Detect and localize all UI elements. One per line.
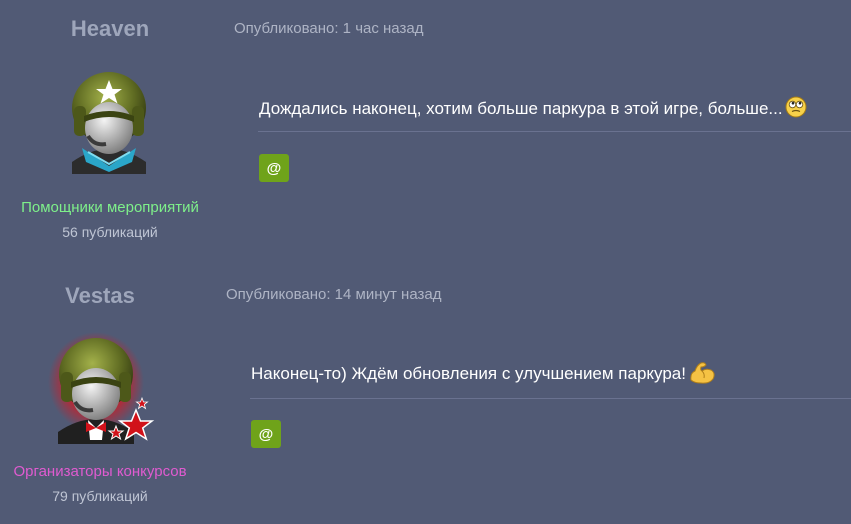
author-avatar[interactable] [54, 66, 164, 176]
post-divider [250, 398, 851, 399]
author-username[interactable]: Vestas [0, 283, 200, 309]
post-timestamp[interactable]: Опубликовано: 14 минут назад [226, 286, 441, 303]
tank-helmet-avatar-icon [48, 332, 155, 444]
flexed-biceps-icon [688, 359, 716, 390]
mention-button[interactable]: @ [259, 154, 289, 182]
author-username[interactable]: Heaven [0, 16, 220, 42]
forum-post: Vestas Организаторы конкурсов 79 публика… [0, 262, 851, 524]
post-author-panel: Heaven Помощники мероприятий 56 публикац… [0, 0, 220, 262]
forum-post: Heaven Помощники мероприятий 56 публикац… [0, 0, 851, 262]
post-text: Дождались наконец, хотим больше паркура … [259, 98, 783, 118]
author-post-count: 79 публикаций [52, 488, 148, 504]
author-group: Помощники мероприятий [21, 199, 199, 216]
post-timestamp[interactable]: Опубликовано: 1 час назад [234, 20, 423, 37]
mention-button[interactable]: @ [251, 420, 281, 448]
post-text: Наконец-то) Ждём обновления с улучшением… [251, 363, 686, 383]
rolling-eyes-smiley-icon [785, 96, 807, 123]
author-post-count: 56 публикаций [62, 224, 158, 240]
author-avatar[interactable] [46, 332, 156, 444]
post-content: Наконец-то) Ждём обновления с улучшением… [251, 359, 716, 390]
post-divider [258, 131, 851, 132]
author-group: Организаторы конкурсов [13, 463, 187, 480]
tank-helmet-avatar-icon [72, 72, 146, 174]
post-author-panel: Vestas Организаторы конкурсов 79 публика… [0, 262, 220, 524]
post-content: Дождались наконец, хотим больше паркура … [259, 96, 807, 123]
